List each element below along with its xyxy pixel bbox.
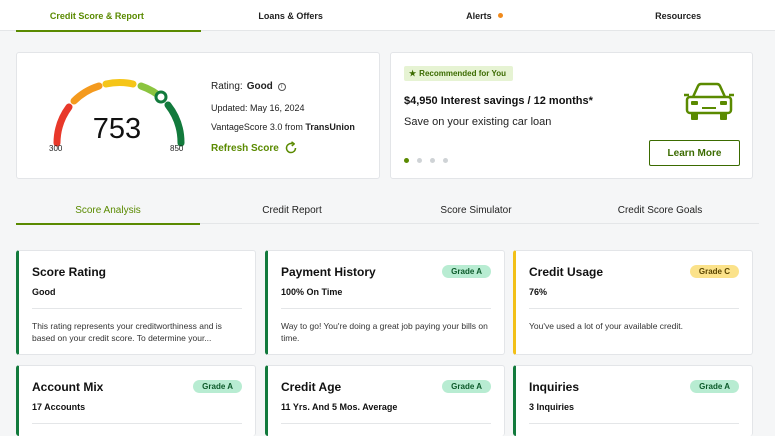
offer-title: $4,950 Interest savings / 12 months* xyxy=(404,95,593,107)
card-title: Credit Age xyxy=(281,380,342,394)
card-value: 3 Inquiries xyxy=(529,402,575,412)
tab-label: Credit Report xyxy=(262,204,322,216)
tab-label: Score Simulator xyxy=(440,204,512,216)
payment-history-card[interactable]: Payment History Grade A 100% On Time Way… xyxy=(265,250,505,355)
credit-usage-card[interactable]: Credit Usage Grade C 76% You've used a l… xyxy=(513,250,753,355)
card-divider xyxy=(32,423,242,424)
card-description: Way to go! You're doing a great job payi… xyxy=(281,321,488,343)
top-nav: Credit Score & Report Loans & Offers Ale… xyxy=(0,0,775,32)
offer-subtitle: Save on your existing car loan xyxy=(404,116,552,128)
rating-value: Good xyxy=(246,81,273,92)
card-divider xyxy=(281,308,491,309)
tab-label: Loans & Offers xyxy=(258,10,323,21)
carousel-dot[interactable] xyxy=(430,158,435,163)
refresh-score-button[interactable]: Refresh Score xyxy=(211,141,355,155)
tab-credit-score-report[interactable]: Credit Score & Report xyxy=(0,0,201,32)
tab-credit-score-goals[interactable]: Credit Score Goals xyxy=(568,200,752,224)
grade-badge: Grade A xyxy=(442,265,491,278)
grade-badge: Grade A xyxy=(193,380,242,393)
grade-badge: Grade A xyxy=(690,380,739,393)
tab-score-analysis[interactable]: Score Analysis xyxy=(16,200,200,225)
refresh-icon xyxy=(285,141,297,154)
car-icon xyxy=(684,82,734,120)
tab-label: Credit Score Goals xyxy=(617,204,703,216)
gauge-min-label: 300 xyxy=(49,144,63,153)
carousel-dot[interactable] xyxy=(404,158,409,163)
score-card: 753 300 850 Rating: Good i Updated: May … xyxy=(16,52,380,179)
inquiries-card[interactable]: Inquiries Grade A 3 Inquiries xyxy=(513,365,753,436)
learn-more-button[interactable]: Learn More xyxy=(649,140,740,166)
score-value: 753 xyxy=(92,113,142,145)
card-value: 76% xyxy=(529,287,548,297)
card-title: Score Rating xyxy=(32,265,107,279)
tab-credit-report[interactable]: Credit Report xyxy=(200,200,384,224)
card-description: This rating represents your creditworthi… xyxy=(32,321,222,343)
tab-score-simulator[interactable]: Score Simulator xyxy=(384,200,568,224)
card-divider xyxy=(529,423,739,424)
updated-date: Updated: May 16, 2024 xyxy=(211,103,305,113)
card-divider xyxy=(32,308,242,309)
card-title: Payment History xyxy=(281,265,376,279)
card-value: Good xyxy=(32,287,56,297)
alert-dot-icon xyxy=(497,13,503,18)
recommended-badge-label: Recommended for You xyxy=(419,69,506,78)
tab-resources[interactable]: Resources xyxy=(581,0,775,31)
refresh-score-label: Refresh Score xyxy=(211,142,279,154)
tab-label: Score Analysis xyxy=(75,204,141,216)
score-info: Rating: Good i Updated: May 16, 2024 Van… xyxy=(211,81,355,155)
score-rating-card[interactable]: Score Rating Good This rating represents… xyxy=(16,250,256,355)
rating-line: Rating: Good i xyxy=(211,81,355,92)
gauge-max-label: 850 xyxy=(170,144,184,153)
card-title: Credit Usage xyxy=(529,265,604,279)
info-icon[interactable]: i xyxy=(277,82,286,91)
score-model-prefix: VantageScore 3.0 from xyxy=(211,122,303,132)
card-value: 100% On Time xyxy=(281,287,343,297)
card-title: Account Mix xyxy=(32,380,104,394)
recommendation-card: ★ Recommended for You $4,950 Interest sa… xyxy=(390,52,753,179)
tab-label: Resources xyxy=(655,10,702,21)
tab-loans-offers[interactable]: Loans & Offers xyxy=(194,0,388,31)
credit-age-card[interactable]: Credit Age Grade A 11 Yrs. And 5 Mos. Av… xyxy=(265,365,505,436)
tab-label: Credit Score & Report xyxy=(49,10,144,21)
recommended-badge: ★ Recommended for You xyxy=(404,66,513,81)
star-icon: ★ xyxy=(409,69,417,78)
score-sub-nav: Score Analysis Credit Report Score Simul… xyxy=(16,200,759,225)
card-title: Inquiries xyxy=(529,380,580,394)
bureau-name: TransUnion xyxy=(305,122,355,132)
card-divider xyxy=(529,308,739,309)
rating-label: Rating: xyxy=(211,81,243,92)
score-model: VantageScore 3.0 from TransUnion xyxy=(211,122,355,132)
card-description: You've used a lot of your available cred… xyxy=(529,321,683,331)
carousel-dots xyxy=(404,158,456,163)
tab-label: Alerts xyxy=(466,10,492,21)
tab-alerts[interactable]: Alerts xyxy=(388,0,582,31)
card-value: 17 Accounts xyxy=(32,402,86,412)
card-divider xyxy=(281,423,491,424)
carousel-dot[interactable] xyxy=(443,158,448,163)
grade-badge: Grade A xyxy=(442,380,491,393)
carousel-dot[interactable] xyxy=(417,158,422,163)
account-mix-card[interactable]: Account Mix Grade A 17 Accounts xyxy=(16,365,256,436)
grade-badge: Grade C xyxy=(689,265,739,278)
card-value: 11 Yrs. And 5 Mos. Average xyxy=(281,402,398,412)
